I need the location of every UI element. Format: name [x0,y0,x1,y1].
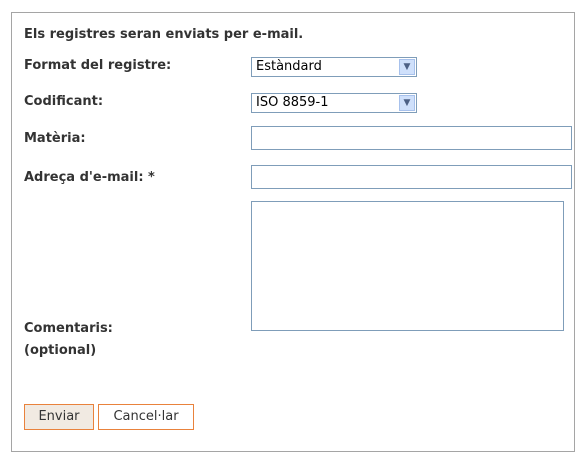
chevron-down-icon[interactable]: ▼ [399,59,415,75]
format-select[interactable]: Estàndard ▼ [251,57,417,77]
subject-input[interactable] [251,126,572,150]
encoding-select-value: ISO 8859-1 [256,95,329,110]
format-label: Format del registre: [24,58,172,73]
format-select-value: Estàndard [256,59,322,74]
encoding-select[interactable]: ISO 8859-1 ▼ [251,93,417,113]
comments-label: Comentaris: [24,321,113,336]
intro-text: Els registres seran enviats per e-mail. [24,27,304,42]
comments-optional-note: (optional) [24,343,97,358]
chevron-down-icon[interactable]: ▼ [399,95,415,111]
comments-textarea[interactable] [251,201,564,331]
encoding-label: Codificant: [24,94,104,109]
subject-label: Matèria: [24,131,86,146]
send-button[interactable]: Enviar [24,404,94,430]
email-input[interactable] [251,165,572,189]
cancel-button[interactable]: Cancel·lar [98,404,194,430]
email-label: Adreça d'e-mail: * [24,170,155,185]
